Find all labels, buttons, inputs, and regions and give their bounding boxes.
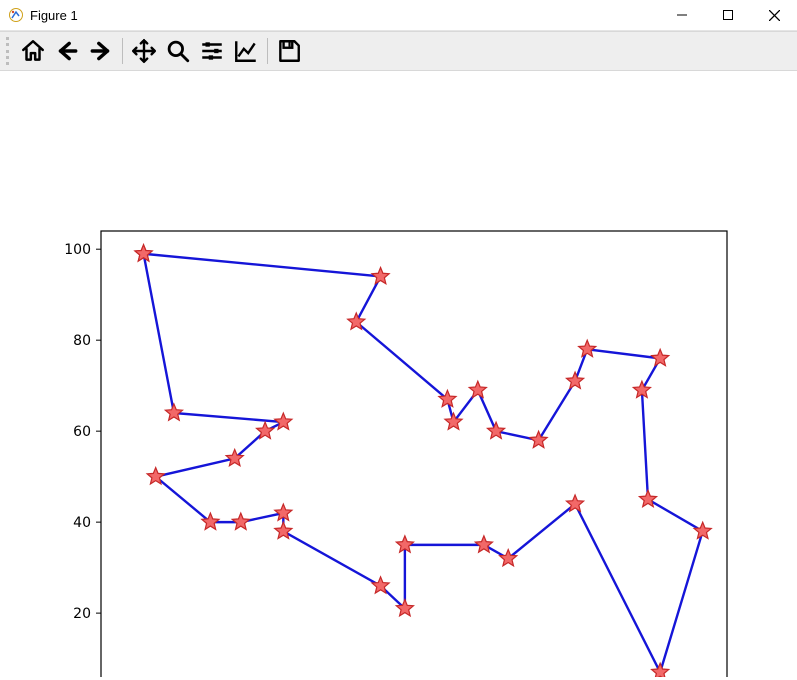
save-button[interactable]	[272, 34, 306, 68]
pan-button[interactable]	[127, 34, 161, 68]
app-icon	[8, 7, 24, 23]
series-marker	[487, 422, 504, 438]
y-tick-label: 40	[73, 515, 91, 531]
zoom-button[interactable]	[161, 34, 195, 68]
y-tick-label: 80	[73, 333, 91, 349]
home-button[interactable]	[16, 34, 50, 68]
arrow-right-icon	[88, 38, 114, 64]
toolbar-separator	[267, 38, 268, 64]
close-button[interactable]	[751, 0, 797, 30]
y-tick-label: 100	[64, 242, 91, 258]
forward-button[interactable]	[84, 34, 118, 68]
series-marker	[567, 372, 584, 388]
series-marker	[475, 536, 492, 552]
series-marker	[469, 381, 486, 397]
figure-window: Figure 1	[0, 0, 797, 680]
series-marker	[500, 550, 517, 566]
chart-line-icon	[233, 38, 259, 64]
move-icon	[131, 38, 157, 64]
series-marker	[530, 431, 547, 447]
series-marker	[652, 663, 669, 677]
toolbar-grip	[6, 37, 12, 65]
save-icon	[276, 38, 302, 64]
figure-canvas[interactable]: 02040608020406080100	[0, 71, 797, 680]
series-marker	[579, 340, 596, 356]
arrow-left-icon	[54, 38, 80, 64]
back-button[interactable]	[50, 34, 84, 68]
edit-axes-button[interactable]	[229, 34, 263, 68]
series-marker	[232, 513, 249, 529]
toolbar-separator	[122, 38, 123, 64]
series-marker	[694, 522, 711, 538]
series-marker	[165, 404, 182, 420]
configure-subplots-button[interactable]	[195, 34, 229, 68]
y-tick-label: 20	[73, 606, 91, 622]
series-line	[144, 254, 703, 673]
home-icon	[20, 38, 46, 64]
series-marker	[202, 513, 219, 529]
titlebar: Figure 1	[0, 0, 797, 31]
maximize-button[interactable]	[705, 0, 751, 30]
axes-frame	[101, 231, 727, 677]
series-marker	[372, 267, 389, 283]
series-marker	[275, 413, 292, 429]
chart-svg: 02040608020406080100	[0, 71, 797, 677]
window-title: Figure 1	[30, 8, 78, 23]
series-marker	[275, 522, 292, 538]
sliders-icon	[199, 38, 225, 64]
zoom-icon	[165, 38, 191, 64]
y-tick-label: 60	[73, 424, 91, 440]
series-marker	[652, 349, 669, 365]
minimize-button[interactable]	[659, 0, 705, 30]
mpl-toolbar	[0, 31, 797, 71]
